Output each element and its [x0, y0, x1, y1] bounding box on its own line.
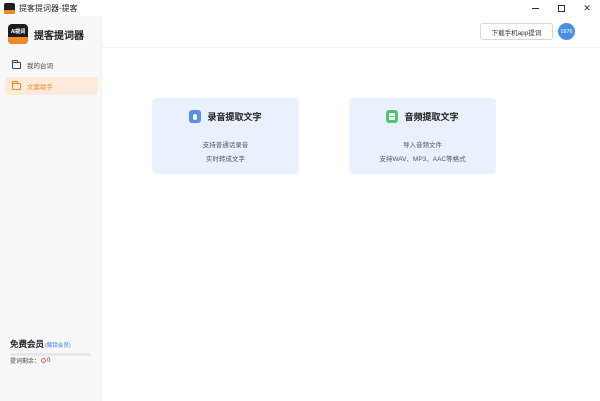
microphone-icon — [189, 110, 202, 123]
logo-text: AI提词 — [10, 29, 26, 35]
download-app-button[interactable]: 下载手机app提词 — [480, 23, 553, 40]
close-button[interactable]: ✕ — [574, 0, 600, 16]
maximize-icon — [557, 4, 565, 12]
avatar[interactable]: 1976 — [558, 23, 575, 40]
card-description: 实时转成文字 — [206, 156, 245, 163]
maximize-button[interactable] — [548, 0, 574, 16]
quota-label: 提词剩余： — [10, 359, 41, 365]
quota-value: 0 — [47, 357, 51, 364]
header-divider — [102, 47, 600, 48]
card-description: 支持普通话录音 — [202, 142, 249, 149]
quota-progress-bar — [10, 353, 91, 356]
window-controls: ✕ — [522, 0, 600, 16]
minimize-icon — [531, 7, 539, 9]
membership-panel: 免费会员 (解锁会员) 提词剩余： 0 — [10, 338, 71, 365]
folder-icon — [12, 80, 21, 90]
quota-row: 提词剩余： 0 — [10, 356, 71, 366]
sidebar-nav: 我的台词 文案助手 — [5, 56, 98, 98]
title-bar: 提客提词器-提客 ✕ — [0, 0, 600, 16]
window-title: 提客提词器-提客 — [19, 3, 78, 13]
minimize-button[interactable] — [522, 0, 548, 16]
app-logo: AI提词 — [8, 24, 28, 44]
folder-icon — [12, 59, 21, 69]
sidebar-item-label: 文案助手 — [27, 84, 53, 91]
close-icon: ✕ — [583, 2, 591, 13]
card-description: 支持WAV、MP3、AAC等格式 — [379, 156, 466, 163]
sidebar: AI提词 提客提词器 我的台词 文案助手 免费会员 (解锁会员) 提词剩余： 0 — [0, 16, 102, 401]
card-title: 音频提取文字 — [404, 112, 459, 122]
card-title: 录音提取文字 — [207, 112, 262, 122]
audio-to-text-card[interactable]: 音频提取文字 导入音频文件 支持WAV、MP3、AAC等格式 — [349, 98, 496, 174]
record-to-text-card[interactable]: 录音提取文字 支持普通话录音 实时转成文字 — [152, 98, 299, 174]
sidebar-item-my-lines[interactable]: 我的台词 — [5, 56, 98, 74]
quota-icon — [41, 358, 47, 363]
brand: AI提词 提客提词器 — [8, 24, 84, 44]
membership-title: 免费会员 — [10, 339, 45, 349]
audio-file-icon — [386, 110, 399, 123]
card-description: 导入音频文件 — [403, 142, 442, 149]
unlock-membership-link[interactable]: (解锁会员) — [45, 341, 71, 349]
sidebar-item-copy-assistant[interactable]: 文案助手 — [5, 77, 98, 95]
sidebar-item-label: 我的台词 — [27, 63, 53, 70]
brand-name: 提客提词器 — [34, 30, 84, 42]
app-icon — [4, 2, 15, 14]
